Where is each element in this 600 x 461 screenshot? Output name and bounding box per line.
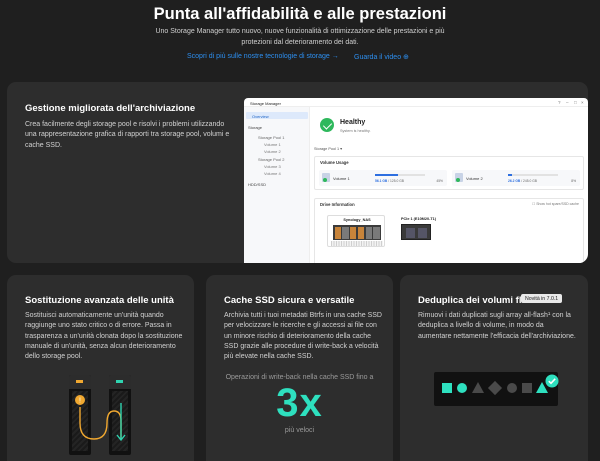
volume-name: Volume 1: [333, 175, 350, 181]
drive-replacement-card: Sostituzione avanzata delle unità Sostit…: [7, 275, 194, 461]
volume-usage-bar: [375, 174, 425, 176]
speed-value: 3x: [276, 381, 323, 425]
replace-card-title: Sostituzione avanzata delle unità: [25, 295, 174, 306]
volume-usage-bar: [508, 174, 558, 176]
svg-text:!: !: [79, 398, 81, 405]
square-block-icon: [522, 383, 532, 393]
volume-icon: [455, 173, 463, 182]
check-icon: [545, 374, 559, 388]
drive-information-panel: Drive Information ☐ Show hot spare/SSD c…: [314, 198, 584, 263]
volume-usage-percent: 8%: [571, 178, 576, 183]
volume-usage-percent: 45%: [436, 178, 443, 183]
speed-caption: Operazioni di write-back nella cache SSD…: [225, 374, 374, 381]
sidebar-item-hdd[interactable]: HDD/SSD: [248, 182, 266, 187]
nas-device[interactable]: Synology_NAS: [327, 215, 385, 247]
storage-manager-window: Storage Manager ? – □ × Overview Storage…: [244, 98, 588, 263]
volume-usage-numbers: 56.1 GB / 125.0 GB: [375, 178, 404, 183]
storage-card-description: Crea facilmente degli storage pool e ris…: [25, 121, 230, 149]
volume-card[interactable]: Volume 2 26.2 GB / 245.0 GB 8%: [452, 170, 580, 186]
nas-chassis-vent: [331, 241, 383, 246]
hero-title: Punta all'affidabilità e alle prestazion…: [153, 5, 447, 23]
help-icon[interactable]: ?: [558, 100, 561, 105]
sidebar-item-volume1[interactable]: Volume 1: [264, 142, 281, 147]
volume-usage-numbers: 26.2 GB / 245.0 GB: [508, 178, 537, 183]
storage-tech-link[interactable]: Scopri di più sulle nostre tecnologie di…: [187, 53, 339, 60]
minimize-icon[interactable]: –: [566, 100, 569, 105]
watch-video-link[interactable]: Guarda il video ⊕: [354, 53, 409, 61]
dedup-card-description: Rimuovi i dati duplicati sugli array all…: [418, 312, 576, 340]
volume-usage-fill: [508, 174, 512, 176]
circle-block-icon: [457, 383, 467, 393]
pool-selector[interactable]: Storage Pool 1 ▾: [314, 146, 342, 151]
circle-block-icon: [507, 383, 517, 393]
drive-bay[interactable]: [350, 226, 357, 239]
window-title: Storage Manager: [250, 100, 281, 106]
nas-drive-bays: [333, 225, 381, 240]
pcie-label: PCIe 1 (E10M20-T1): [401, 217, 437, 221]
sidebar-item-volume2[interactable]: Volume 2: [264, 149, 281, 154]
window-sidebar: Overview Storage Storage Pool 1 Volume 1…: [244, 107, 310, 263]
dedup-card-title: Deduplica dei volumi flash: [418, 295, 538, 306]
hero-subtitle: Uno Storage Manager tutto nuovo, nuove f…: [155, 28, 445, 46]
close-icon[interactable]: ×: [581, 100, 584, 105]
storage-card-title: Gestione migliorata dell'archiviazione: [25, 103, 196, 114]
volume-card[interactable]: Volume 1 56.1 GB / 125.0 GB 45%: [319, 170, 447, 186]
healthy-check-icon: [320, 118, 334, 132]
show-hot-spare-checkbox[interactable]: ☐ Show hot spare/SSD cache: [532, 202, 579, 206]
hero-section: Punta all'affidabilità e alle prestazion…: [0, 0, 600, 80]
replace-card-description: Sostituisci automaticamente un'unità qua…: [25, 312, 183, 361]
sidebar-item-pool2[interactable]: Storage Pool 2: [258, 157, 284, 162]
pcie-card[interactable]: PCIe 1 (E10M20-T1): [397, 215, 445, 247]
ssd-cache-card: Cache SSD sicura e versatile Archivia tu…: [206, 275, 393, 461]
cache-card-title: Cache SSD sicura e versatile: [224, 295, 355, 306]
drive-bay[interactable]: [365, 226, 372, 239]
square-block-icon: [442, 383, 452, 393]
maximize-icon[interactable]: □: [574, 100, 577, 105]
storage-management-card: Gestione migliorata dell'archiviazione C…: [7, 82, 588, 263]
volume-name: Volume 2: [466, 175, 483, 181]
health-detail: System is healthy.: [340, 129, 371, 133]
new-version-badge: Novità in 7.0.1: [521, 294, 563, 303]
sidebar-item-volume4[interactable]: Volume 4: [264, 171, 281, 176]
volume-icon: [322, 173, 330, 182]
volume-usage-panel: Volume Usage Volume 1 56.1 GB / 125.0 GB…: [314, 156, 584, 190]
cache-card-description: Archivia tutti i tuoi metadati Btrfs in …: [224, 312, 382, 361]
volume-usage-header: Volume Usage: [320, 160, 349, 165]
migration-arrow-icon: !: [75, 395, 126, 442]
volume-usage-fill: [375, 174, 398, 176]
pcie-board-icon: [401, 224, 431, 240]
health-status: Healthy: [340, 119, 366, 126]
drive-bay[interactable]: [342, 226, 349, 239]
sidebar-item-volume3[interactable]: Volume 3: [264, 164, 281, 169]
speed-unit: più veloci: [284, 427, 315, 434]
drive-bay[interactable]: [357, 226, 364, 239]
sidebar-item-pool1[interactable]: Storage Pool 1: [258, 135, 284, 140]
sidebar-item-storage[interactable]: Storage: [248, 125, 262, 130]
drive-bay[interactable]: [334, 226, 341, 239]
sidebar-item-overview[interactable]: Overview: [246, 112, 308, 119]
nas-label: Synology_NAS: [343, 218, 371, 222]
drive-info-header: Drive Information: [320, 202, 355, 207]
deduplication-card: Deduplica dei volumi flash Novità in 7.0…: [400, 275, 588, 461]
drive-bay[interactable]: [373, 226, 380, 239]
window-titlebar: Storage Manager ? – □ ×: [244, 98, 588, 107]
